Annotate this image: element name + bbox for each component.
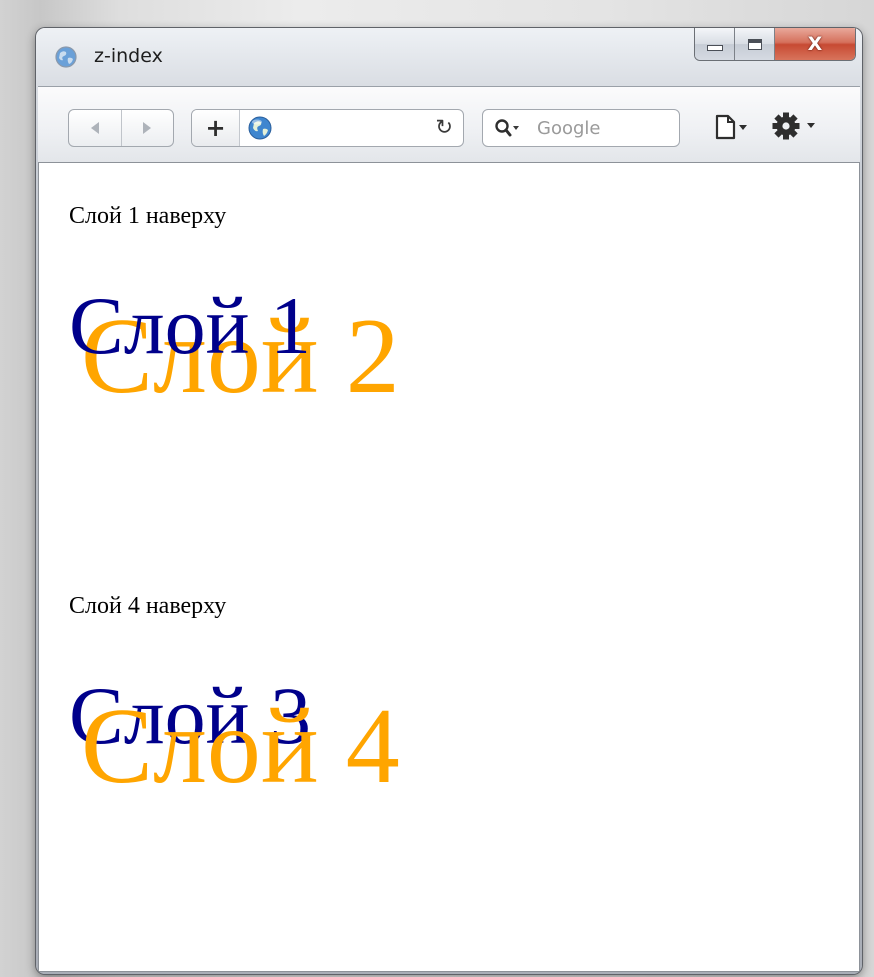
reload-icon[interactable]: ↻ — [435, 115, 453, 139]
maximize-button[interactable] — [735, 28, 775, 60]
forward-button[interactable] — [120, 110, 174, 146]
title-bar[interactable]: z-index X — [36, 28, 862, 86]
address-bar[interactable]: + ↻ — [191, 109, 464, 147]
page-icon — [715, 114, 736, 140]
close-icon: X — [807, 33, 823, 55]
layer-4-text: Слой 4 — [81, 687, 400, 806]
minimize-icon — [706, 45, 723, 51]
search-placeholder: Google — [537, 118, 601, 139]
navigation-buttons — [68, 109, 174, 147]
maximize-icon — [747, 38, 762, 50]
browser-window: z-index X + ↻ Google Слой 1 наверху Слой… — [36, 28, 862, 974]
back-arrow-icon — [90, 122, 99, 134]
chevron-down-icon — [739, 125, 747, 130]
close-button[interactable]: X — [775, 28, 855, 60]
settings-menu-button[interactable] — [771, 111, 821, 141]
window-title: z-index — [94, 45, 163, 67]
globe-icon — [55, 46, 77, 68]
page-menu-button[interactable] — [714, 113, 750, 141]
add-bookmark-button[interactable]: + — [192, 110, 240, 146]
back-button[interactable] — [69, 110, 121, 146]
chevron-down-icon — [807, 123, 815, 128]
forward-arrow-icon — [143, 122, 152, 134]
page-content: Слой 1 наверху Слой 2 Слой 1 Слой 4 наве… — [38, 162, 860, 972]
section2-caption: Слой 4 наверху — [69, 593, 227, 619]
gear-icon — [772, 112, 800, 140]
search-field[interactable]: Google — [482, 109, 680, 147]
section1-caption: Слой 1 наверху — [69, 203, 227, 229]
minimize-button[interactable] — [695, 28, 735, 60]
layer-1-text: Слой 1 — [69, 280, 311, 371]
globe-icon — [248, 116, 272, 140]
toolbar: + ↻ Google — [38, 86, 860, 163]
window-controls: X — [694, 28, 856, 61]
search-icon — [495, 119, 519, 137]
